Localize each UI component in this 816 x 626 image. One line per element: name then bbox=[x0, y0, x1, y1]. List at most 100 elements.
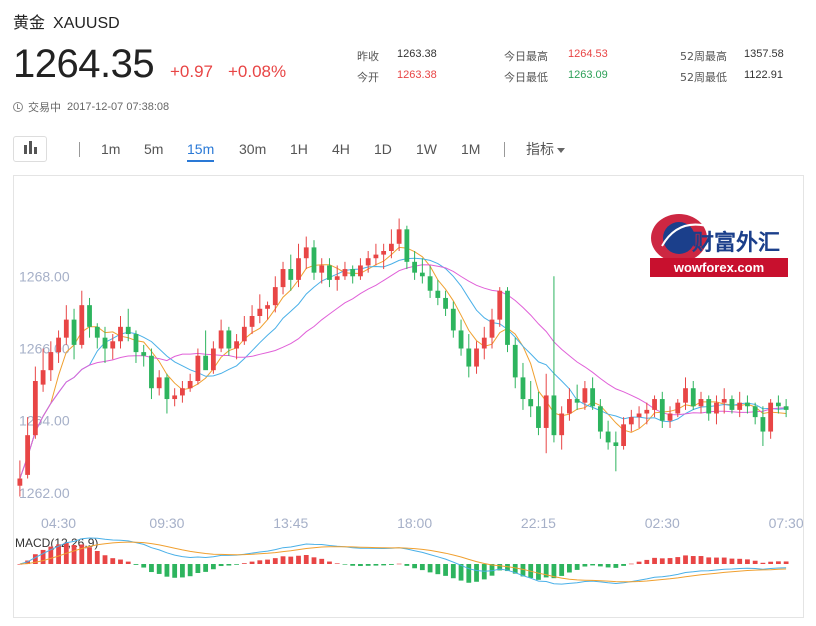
candle-body bbox=[203, 355, 209, 371]
stat-label: 今开 bbox=[357, 71, 379, 84]
macd-bar bbox=[706, 557, 712, 564]
macd-bar bbox=[280, 556, 286, 564]
macd-bar bbox=[125, 561, 131, 564]
candle-body bbox=[775, 402, 781, 407]
candle-body bbox=[32, 381, 38, 436]
macd-bar bbox=[226, 564, 232, 566]
macd-bar bbox=[388, 564, 394, 565]
candle-body bbox=[342, 269, 348, 277]
macd-bar bbox=[404, 564, 410, 566]
macd-bar bbox=[721, 557, 727, 564]
candle-body bbox=[582, 388, 588, 403]
candle-body bbox=[760, 417, 766, 432]
toolbar-divider bbox=[79, 142, 80, 157]
macd-bar bbox=[102, 555, 108, 564]
candle-body bbox=[265, 305, 270, 309]
price-chart[interactable]: 1262.00 1264.00 1266.00 1268.00 04:30 09:30 1… bbox=[14, 176, 804, 617]
macd-bar bbox=[311, 557, 317, 564]
timeframe-1w[interactable]: 1W bbox=[416, 136, 437, 162]
timeframe-4h[interactable]: 4H bbox=[332, 136, 350, 162]
candle-body bbox=[768, 402, 774, 432]
macd-bar bbox=[118, 559, 123, 564]
candle-body bbox=[164, 377, 170, 400]
moving-average-line bbox=[19, 257, 787, 479]
timeframe-1m[interactable]: 1m bbox=[101, 136, 120, 162]
instrument-title: 黄金 XAUUSD bbox=[13, 9, 120, 33]
toolbar-divider bbox=[504, 142, 505, 157]
candle-body bbox=[358, 265, 363, 277]
candle-body bbox=[435, 290, 441, 298]
candle-body bbox=[590, 388, 596, 407]
candle-body bbox=[675, 402, 681, 414]
candle-body bbox=[443, 297, 448, 309]
macd-bar bbox=[334, 563, 340, 564]
macd-bar bbox=[241, 563, 247, 564]
macd-bar bbox=[156, 564, 162, 574]
candle-body bbox=[56, 337, 61, 353]
candle-body bbox=[714, 402, 719, 414]
macd-bar bbox=[396, 563, 402, 565]
chart-type-button[interactable] bbox=[13, 136, 47, 162]
candle-body bbox=[512, 344, 518, 378]
candle-body bbox=[690, 388, 696, 407]
candle-body bbox=[373, 254, 379, 259]
candle-body bbox=[419, 272, 425, 277]
candle-body bbox=[427, 276, 433, 291]
macd-bar bbox=[319, 558, 325, 564]
chart-panel: 1262.00 1264.00 1266.00 1268.00 04:30 09:30 1… bbox=[13, 175, 804, 618]
macd-bar bbox=[683, 555, 688, 564]
candle-body bbox=[450, 308, 456, 331]
indicators-dropdown[interactable]: 指标 bbox=[526, 136, 565, 162]
macd-bar bbox=[698, 556, 704, 564]
macd-bar bbox=[466, 564, 472, 583]
macd-bar bbox=[350, 564, 356, 566]
instrument-symbol: XAUUSD bbox=[53, 15, 120, 32]
candle-body bbox=[110, 341, 116, 349]
macd-bar bbox=[659, 558, 665, 564]
macd-bar bbox=[427, 564, 433, 573]
timeframe-1d[interactable]: 1D bbox=[374, 136, 392, 162]
indicators-label: 指标 bbox=[526, 141, 554, 157]
last-price: 1264.35 bbox=[13, 42, 155, 86]
x-tick-label: 13:45 bbox=[273, 515, 308, 531]
candle-body bbox=[365, 258, 371, 266]
macd-bar bbox=[71, 545, 77, 564]
candle-body bbox=[474, 348, 479, 367]
x-tick-label: 09:30 bbox=[149, 515, 184, 531]
watermark-domain: wowforex.com bbox=[673, 260, 764, 275]
macd-bar bbox=[644, 559, 650, 564]
candle-body bbox=[567, 399, 572, 414]
macd-bar bbox=[133, 564, 139, 565]
candle-body bbox=[272, 287, 278, 306]
timeframe-5m[interactable]: 5m bbox=[144, 136, 163, 162]
candle-body bbox=[636, 413, 642, 418]
candle-body bbox=[249, 316, 255, 327]
chart-toolbar: 1m 5m 15m 30m 1H 4H 1D 1W 1M 指标 bbox=[13, 136, 803, 164]
x-tick-label: 22:15 bbox=[521, 515, 556, 531]
timeframe-1mo[interactable]: 1M bbox=[461, 136, 480, 162]
candle-body bbox=[94, 326, 100, 338]
status-label: 交易中 bbox=[28, 101, 61, 114]
candle-body bbox=[745, 402, 750, 407]
candle-body bbox=[87, 305, 92, 327]
candle-body bbox=[63, 319, 69, 338]
candle-body bbox=[543, 395, 549, 428]
macd-bar bbox=[597, 564, 603, 567]
macd-bar bbox=[667, 558, 673, 564]
x-tick-label: 04:30 bbox=[41, 515, 76, 531]
instrument-name: 黄金 bbox=[13, 13, 46, 32]
candle-body bbox=[706, 399, 712, 414]
candle-body bbox=[218, 330, 224, 349]
stat-label: 昨收 bbox=[357, 50, 379, 63]
candle-body bbox=[48, 352, 54, 371]
macd-bar bbox=[187, 564, 193, 577]
timeframe-30m[interactable]: 30m bbox=[239, 136, 266, 162]
timeframe-15m[interactable]: 15m bbox=[187, 136, 215, 162]
macd-bar bbox=[775, 561, 781, 564]
timeframe-1h[interactable]: 1H bbox=[290, 136, 308, 162]
macd-bar bbox=[760, 562, 766, 564]
macd-bar bbox=[164, 564, 170, 577]
macd-bar bbox=[327, 561, 332, 564]
macd-bar bbox=[149, 564, 154, 573]
candle-body bbox=[698, 399, 704, 407]
